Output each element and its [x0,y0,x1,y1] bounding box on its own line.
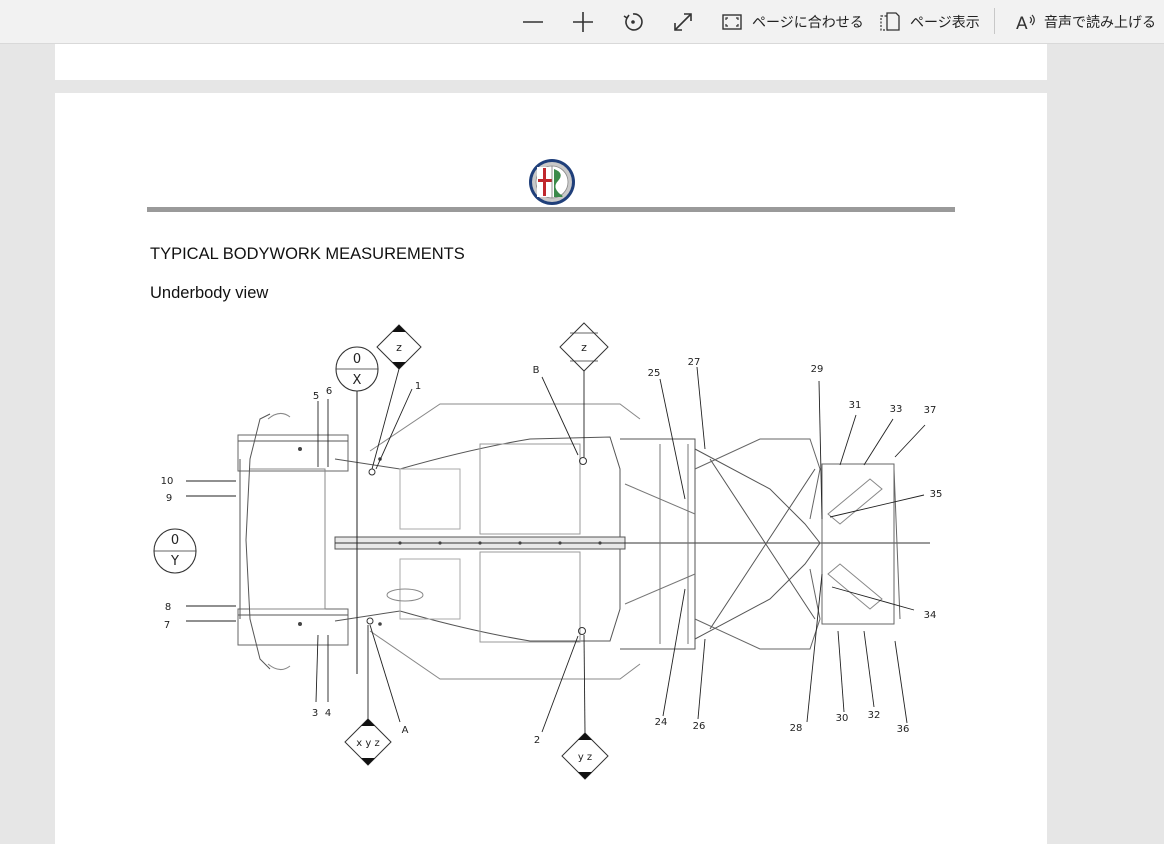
read-aloud-icon: A [1014,10,1038,34]
callout-2: 2 [534,735,540,746]
underbody-diagram: 0 X 0 Y z z x y z y z 5 6 1 B 25 27 29 3… [150,319,950,819]
callout-7: 7 [164,620,170,631]
toolbar-divider [994,8,995,34]
page-view-icon [878,10,902,34]
origin-x-marker: 0 X [335,346,379,392]
diamond-top-left-label: z [396,341,402,354]
document-heading: TYPICAL BODYWORK MEASUREMENTS [150,245,465,263]
callout-37: 37 [924,405,937,416]
zoom-in-button[interactable] [568,0,598,44]
diamond-bottom-left-label: x y z [356,738,379,749]
callout-5: 5 [313,391,319,402]
callout-29: 29 [811,364,824,375]
reader-toolbar: ページに合わせる ページ表示 A 音声で読み上げる [0,0,1164,44]
origin-x-axis-label: X [353,373,362,388]
previous-page [55,44,1047,80]
callout-8: 8 [165,602,171,613]
diamond-top-mid: z [559,322,609,372]
diamond-top-left: z [376,324,422,370]
document-subheading: Underbody view [150,284,269,302]
callout-32: 32 [868,710,881,721]
callout-35: 35 [930,489,943,500]
plus-icon [568,7,598,37]
fullscreen-button[interactable] [668,0,698,44]
svg-text:A: A [1016,14,1028,34]
callout-30: 30 [836,713,849,724]
minus-icon [518,7,548,37]
callout-26: 26 [693,721,706,732]
callout-25: 25 [648,368,661,379]
zoom-out-button[interactable] [518,0,548,44]
rotate-icon [618,7,648,37]
origin-y-marker: 0 Y [153,528,197,574]
origin-y-zero: 0 [171,533,179,548]
page-view-button[interactable]: ページ表示 [878,0,980,44]
callout-34: 34 [924,610,937,621]
fit-page-icon [720,10,744,34]
read-aloud-button[interactable]: A 音声で読み上げる [1014,0,1156,44]
rotate-button[interactable] [618,0,648,44]
callout-24: 24 [655,717,668,728]
callout-6: 6 [326,386,332,397]
expand-icon [668,7,698,37]
diamond-bottom-mid: y z [561,732,609,780]
diamond-top-mid-label: z [581,341,587,354]
origin-y-axis-label: Y [170,554,179,569]
callout-A: A [402,725,409,736]
callout-10: 10 [161,476,174,487]
callout-9: 9 [166,493,172,504]
callout-3: 3 [312,708,318,719]
callout-1: 1 [415,381,421,392]
header-rule [147,207,955,212]
diamond-bottom-mid-label: y z [578,752,592,763]
callout-31: 31 [849,400,862,411]
callout-4: 4 [325,708,331,719]
leader-lines [186,366,926,734]
diamond-bottom-left: x y z [344,718,392,766]
alfa-romeo-logo [527,157,577,207]
callout-36: 36 [897,724,910,735]
fit-page-label: ページに合わせる [752,15,864,31]
callout-28: 28 [790,723,803,734]
callout-27: 27 [688,357,701,368]
origin-x-zero: 0 [353,352,361,367]
read-aloud-label: 音声で読み上げる [1044,15,1156,31]
page-view-label: ページ表示 [910,15,980,31]
callout-B: B [533,365,540,376]
document-page: TYPICAL BODYWORK MEASUREMENTS Underbody … [55,93,1047,844]
fit-to-page-button[interactable]: ページに合わせる [720,0,864,44]
callout-33: 33 [890,404,903,415]
